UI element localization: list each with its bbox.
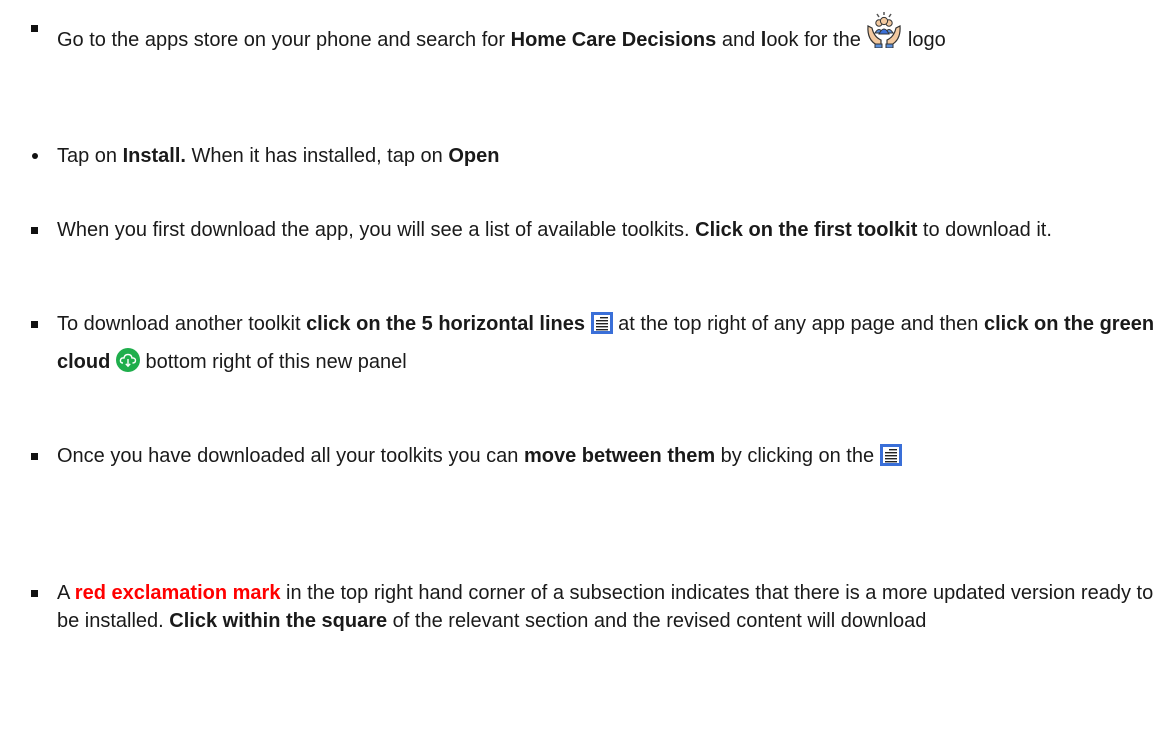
instruction-text: A red exclamation mark in the top right … xyxy=(57,582,1154,632)
square-bullet xyxy=(31,321,38,328)
square-bullet xyxy=(31,227,38,234)
instruction-text: Once you have downloaded all your toolki… xyxy=(57,439,1162,477)
round-bullet xyxy=(32,153,38,159)
instruction-text: Tap on Install. When it has installed, t… xyxy=(57,145,500,167)
square-bullet xyxy=(31,453,38,460)
square-bullet xyxy=(31,25,38,32)
green-cloud-download-icon xyxy=(115,348,140,383)
hands-holding-people-icon xyxy=(866,12,902,59)
square-bullet xyxy=(31,590,38,597)
instruction-text: Go to the apps store on your phone and s… xyxy=(57,12,1162,59)
instruction-text: When you first download the app, you wil… xyxy=(57,219,1052,241)
hamburger-menu-icon xyxy=(879,443,902,477)
instruction-text: To download another toolkit click on the… xyxy=(57,307,1162,383)
hamburger-menu-icon xyxy=(590,311,613,345)
